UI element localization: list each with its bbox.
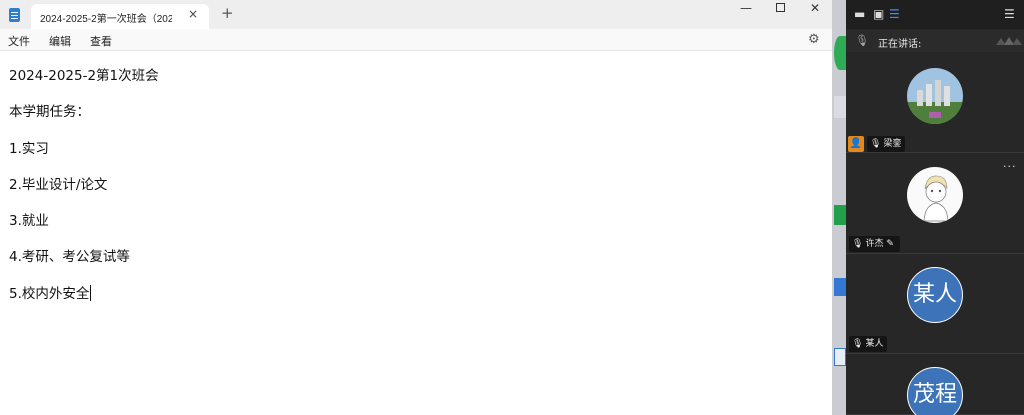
participant-card[interactable]: ··· 🎙 许杰 ✎ [846,154,1024,254]
settings-gear-icon[interactable]: ⚙ [808,32,820,47]
pencil-icon: ✎ [886,239,894,249]
thumbnail [834,96,846,118]
menu-bar: 文件 编辑 查看 ⚙ [0,29,832,51]
minimize-button[interactable]: — [727,0,765,16]
meeting-toolbar: ▬ ▣ ☰ ☰ [846,0,1024,29]
menu-view[interactable]: 查看 [90,33,112,49]
minimize-panel-icon[interactable]: ▬ [854,7,865,21]
avatar-drawing [907,167,963,223]
close-tab-icon[interactable]: × [188,7,198,21]
background-window-edge [832,0,846,415]
participant-name: 许杰 [865,239,884,249]
participant-name: 某人 [865,339,884,349]
speaking-label: 正在讲话: [878,39,922,50]
mic-muted-icon: 🎙 [852,239,864,249]
notepad-app-icon [9,8,20,22]
text-line: 4.考研、考公复试等 [9,249,130,265]
maximize-button[interactable] [761,0,799,16]
avatar: 茂程 [907,367,963,415]
text-line-content: 5.校内外安全 [9,286,90,302]
mic-muted-icon: 🎙 [852,339,864,349]
close-window-button[interactable]: ✕ [796,0,834,16]
participant-card[interactable]: 茂程 [846,354,1024,415]
tab-title: 2024-2025-2第一次班会（2025.2.16 [40,14,172,25]
participant-card[interactable]: 👤 🎙 梁銮 [846,53,1024,153]
audio-wave-icon [996,37,1022,45]
list-view-icon[interactable]: ☰ [889,7,900,21]
app-icon-green [834,36,846,70]
menu-edit[interactable]: 编辑 [49,33,71,49]
more-options-icon[interactable]: ··· [1003,160,1017,173]
microphone-icon: 🎙 [855,34,869,47]
meeting-panel: ▬ ▣ ☰ ☰ 🎙 正在讲话: 👤 🎙 梁銮 ··· 🎙 许杰 ✎ 某人 🎙 某… [846,0,1024,415]
collapse-panel-icon[interactable]: ☰ [1004,7,1015,21]
participant-name: 梁銮 [883,139,902,149]
new-tab-button[interactable]: + [221,6,234,21]
maximize-icon [775,3,785,12]
participant-name-tag: 🎙 许杰 ✎ [849,236,900,252]
document-icon [834,348,846,366]
menu-file[interactable]: 文件 [8,33,30,49]
avatar [907,167,963,223]
participant-name-tag: 🎙 梁銮 [867,136,906,152]
text-caret [90,285,92,301]
app-icon-green [834,205,846,225]
avatar [907,68,963,124]
text-line: 本学期任务： [9,104,90,120]
text-line: 1.实习 [9,141,49,157]
tab-bar: 2024-2025-2第一次班会（2025.2.16 × + — ✕ [0,0,832,29]
notepad-window: 2024-2025-2第一次班会（2025.2.16 × + — ✕ 文件 编辑… [0,0,832,415]
avatar-photo [907,68,963,124]
speaking-indicator: 🎙 正在讲话: [846,30,1024,52]
text-line-current: 5.校内外安全 [9,282,92,302]
text-line: 3.就业 [9,213,49,229]
window-view-icon[interactable]: ▣ [873,7,884,21]
text-line: 2024-2025-2第1次班会 [9,68,159,84]
microphone-icon: 🎙 [870,139,882,149]
tab-document[interactable]: 2024-2025-2第一次班会（2025.2.16 × [31,4,209,29]
avatar: 某人 [907,267,963,323]
text-editor[interactable]: 2024-2025-2第1次班会 本学期任务： 1.实习 2.毕业设计/论文 3… [0,52,832,415]
participant-name-tag: 🎙 某人 [849,336,888,352]
app-icon-blue [834,278,846,296]
participant-card[interactable]: 某人 🎙 某人 [846,254,1024,354]
host-badge-icon: 👤 [848,136,864,152]
text-line: 2.毕业设计/论文 [9,177,108,193]
